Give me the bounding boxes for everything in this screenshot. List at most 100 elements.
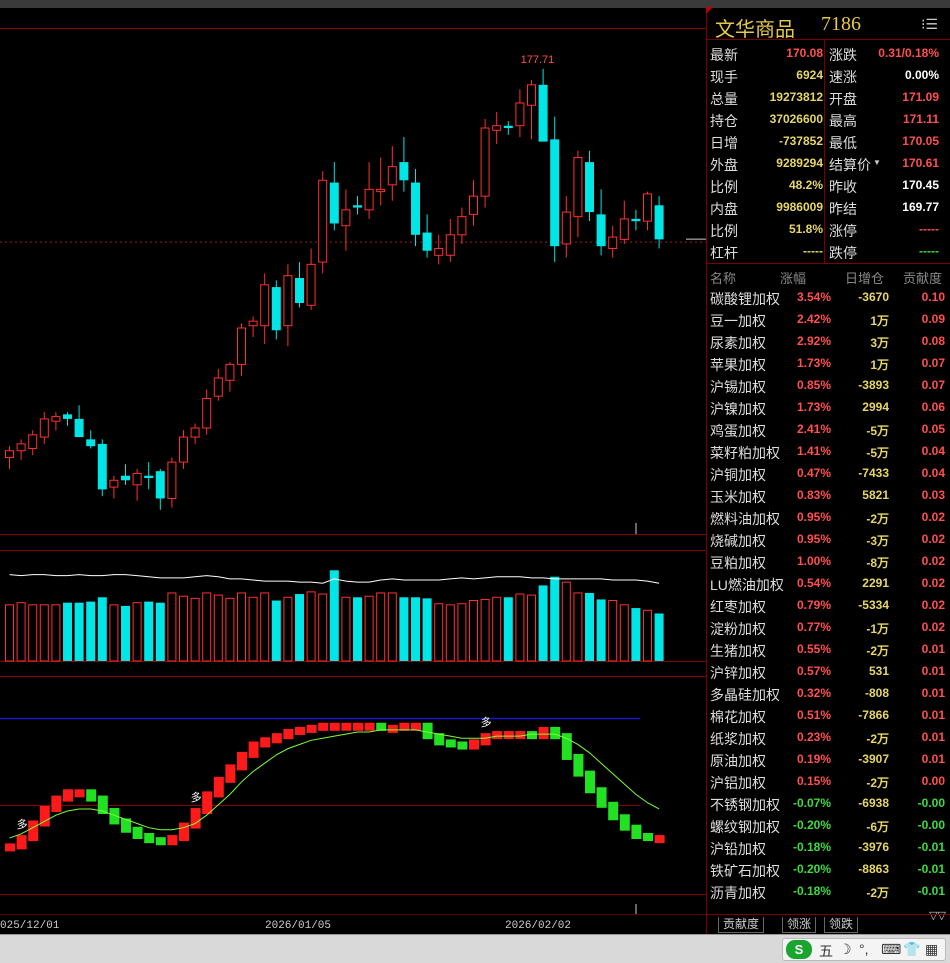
contrib-pct: 3.54% (796, 290, 831, 304)
contribution-row[interactable]: 沪铝加权 0.15% -2万 0.00 (707, 770, 950, 792)
header-contrib[interactable]: 贡献度 (903, 268, 942, 287)
candle-body (121, 475, 130, 481)
volume-bar (561, 581, 571, 662)
contrib-name: LU燃油加权 (710, 577, 784, 593)
contrib-name: 不锈钢加权 (710, 797, 780, 813)
header-oi[interactable]: 日增仓 (845, 268, 884, 287)
settlement-dropdown-icon[interactable]: ▼ (873, 158, 881, 167)
menu-list-icon[interactable]: ⁝☰ (921, 16, 938, 33)
contrib-value: 0.00 (921, 774, 945, 788)
peak-price-label: 177.71 (521, 54, 555, 66)
indicator-block (237, 751, 247, 771)
contribution-row[interactable]: 菜籽粕加权 1.41% -5万 0.04 (707, 440, 950, 462)
contrib-oi: 3万 (870, 336, 889, 350)
indicator-block (538, 726, 549, 740)
contribution-row[interactable]: 沥青加权 -0.18% -2万 -0.01 (707, 880, 950, 902)
volume-bar (237, 592, 246, 662)
contribution-row[interactable]: 碳酸锂加权 3.54% -3670 0.10 (707, 286, 950, 308)
volume-bar (132, 602, 142, 662)
buy-signal-marker: 多 (17, 817, 28, 831)
contrib-name: 苹果加权 (710, 357, 766, 373)
quote-label-2: 昨收 (829, 179, 857, 195)
ime-punctuation-icon[interactable]: °, (859, 941, 869, 957)
contribution-row[interactable]: 生猪加权 0.55% -2万 0.01 (707, 638, 950, 660)
contribution-row[interactable]: 沪锡加权 0.85% -3893 0.07 (707, 374, 950, 396)
volume-bar (503, 597, 513, 661)
contribution-row[interactable]: 燃料油加权 0.95% -2万 0.02 (707, 506, 950, 528)
contribution-row[interactable]: 原油加权 0.19% -3907 0.01 (707, 748, 950, 770)
volume-bar (619, 604, 629, 662)
tab-contribution[interactable]: 贡献度 (718, 917, 765, 933)
ime-skin-icon[interactable]: 👕 (903, 941, 920, 958)
contrib-value: -0.01 (917, 840, 945, 854)
contribution-row[interactable]: 沪铜加权 0.47% -7433 0.04 (707, 462, 950, 484)
ime-menu-icon[interactable]: ▦ (925, 941, 938, 958)
volume-bar (596, 599, 606, 661)
contrib-pct: 0.85% (796, 378, 831, 392)
contribution-row[interactable]: 沪铅加权 -0.18% -3976 -0.01 (707, 836, 950, 858)
contribution-row[interactable]: 鸡蛋加权 2.41% -5万 0.05 (707, 418, 950, 440)
candle-body (550, 139, 560, 247)
header-pct[interactable]: 涨幅 (780, 268, 806, 287)
contribution-row[interactable]: 不锈钢加权 -0.07% -6938 -0.00 (707, 792, 950, 814)
contrib-name: 铁矿石加权 (710, 863, 780, 879)
candle-body (260, 284, 270, 327)
quote-value: -737852 (778, 134, 823, 148)
indicator-block (5, 843, 15, 852)
chart-area[interactable]: 177.71 多多多 (0, 8, 706, 914)
ime-logo-icon[interactable]: S (786, 940, 812, 959)
contribution-row[interactable]: 沪镍加权 1.73% 2994 0.06 (707, 396, 950, 418)
contrib-name: 沪锌加权 (710, 665, 766, 681)
contrib-value: -0.01 (917, 884, 945, 898)
candlestick-chart[interactable]: 177.71多多多 (0, 8, 706, 914)
tab-leading-gainers[interactable]: 领涨 (782, 917, 817, 933)
contribution-row[interactable]: 淀粉加权 0.77% -1万 0.02 (707, 616, 950, 638)
volume-bar (318, 593, 328, 662)
indicator-block (457, 741, 468, 750)
volume-bar (225, 597, 235, 662)
quote-label-2: 涨停 (829, 223, 857, 239)
volume-bar (260, 592, 270, 662)
contribution-row[interactable]: 豆粕加权 1.00% -8万 0.02 (707, 550, 950, 572)
contribution-row[interactable]: 螺纹钢加权 -0.20% -6万 -0.00 (707, 814, 950, 836)
contribution-row[interactable]: LU燃油加权 0.54% 2291 0.02 (707, 572, 950, 594)
contribution-row[interactable]: 铁矿石加权 -0.20% -8863 -0.01 (707, 858, 950, 880)
quote-label: 外盘 (710, 157, 738, 173)
volume-bar (364, 595, 374, 662)
indicator-block (74, 789, 85, 798)
contrib-oi: -3万 (866, 534, 889, 548)
volume-bar (121, 605, 130, 661)
contrib-value: 0.05 (921, 422, 945, 436)
ime-halfwidth-icon[interactable]: ☽ (839, 941, 852, 958)
candle-body (527, 84, 536, 106)
ime-keyboard-icon[interactable]: ⌨ (881, 941, 901, 958)
ime-toolbar[interactable]: S 五 ☽ °, ⌨ 👕 ▦ (782, 938, 946, 961)
contribution-row[interactable]: 多晶硅加权 0.32% -808 0.01 (707, 682, 950, 704)
volume-bar (86, 601, 96, 661)
contrib-value: 0.04 (921, 466, 945, 480)
contrib-pct: 0.83% (796, 488, 831, 502)
contribution-row[interactable]: 苹果加权 1.73% 1万 0.07 (707, 352, 950, 374)
contribution-row[interactable]: 沪锌加权 0.57% 531 0.01 (707, 660, 950, 682)
contrib-pct: 2.92% (796, 334, 831, 348)
candle-body (202, 397, 212, 429)
contrib-pct: -0.18% (792, 840, 831, 854)
contribution-row[interactable]: 豆一加权 2.42% 1万 0.09 (707, 308, 950, 330)
quote-row: 日增 -737852 最低 170.05 (707, 130, 950, 152)
candle-body (86, 439, 96, 447)
x-tick-label: 025/12/01 (0, 920, 60, 932)
contribution-row[interactable]: 尿素加权 2.92% 3万 0.08 (707, 330, 950, 352)
contribution-row[interactable]: 玉米加权 0.83% 5821 0.03 (707, 484, 950, 506)
contribution-row[interactable]: 红枣加权 0.79% -5334 0.02 (707, 594, 950, 616)
contribution-row[interactable]: 烧碱加权 0.95% -3万 0.02 (707, 528, 950, 550)
quote-value: 9986009 (776, 200, 823, 214)
ime-wubi-item[interactable]: 五 (819, 941, 833, 961)
volume-bar (202, 592, 212, 662)
contribution-row[interactable]: 纸浆加权 0.23% -2万 0.01 (707, 726, 950, 748)
contrib-name: 豆粕加权 (710, 555, 766, 571)
header-name[interactable]: 名称 (710, 268, 736, 287)
tab-leading-losers[interactable]: 领跌 (824, 917, 859, 933)
contribution-row[interactable]: 棉花加权 0.51% -7866 0.01 (707, 704, 950, 726)
contrib-oi: -3670 (858, 290, 889, 304)
instrument-name: 文华商品 (715, 19, 795, 41)
